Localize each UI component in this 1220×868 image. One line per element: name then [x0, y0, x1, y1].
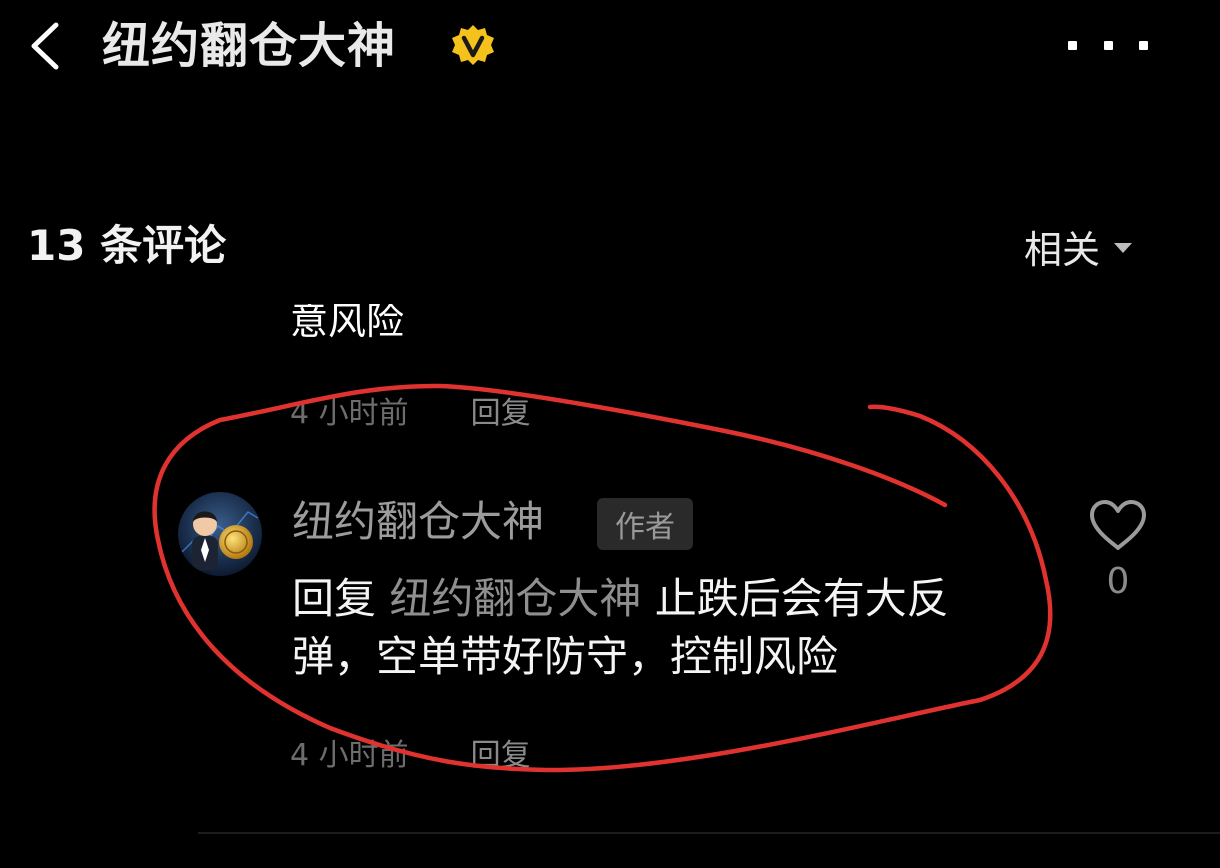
reply-prefix: 回复 — [292, 574, 377, 623]
comment-count: 13 条评论 — [27, 221, 227, 270]
like-button[interactable] — [1088, 498, 1148, 552]
sort-dropdown[interactable]: 相关 — [1024, 220, 1133, 272]
more-options-button[interactable] — [1068, 30, 1148, 60]
comment-text: 回复 纽约翻仓大神 止跌后会有大反 弹，空单带好防守，控制风险 — [292, 570, 1052, 686]
reply-button[interactable]: 回复 — [471, 730, 531, 774]
sort-label: 相关 — [1024, 227, 1101, 272]
reply-button[interactable]: 回复 — [471, 388, 531, 432]
previous-comment-text: 意风险 — [290, 304, 405, 343]
comment-meta: 4 小时前 回复 — [290, 730, 531, 774]
page-title: 纽约翻仓大神 — [102, 18, 397, 74]
divider — [198, 832, 1220, 834]
chevron-left-icon — [31, 22, 59, 70]
comment-text-line1: 止跌后会有大反 — [654, 574, 949, 623]
caret-down-icon — [1114, 243, 1133, 253]
comment-timestamp: 4 小时前 — [290, 396, 409, 431]
like-count: 0 — [1106, 561, 1130, 602]
previous-comment-meta: 4 小时前 回复 — [290, 388, 531, 432]
comment-author-name[interactable]: 纽约翻仓大神 — [292, 494, 544, 550]
comment-text-line2: 弹，空单带好防守，控制风险 — [292, 632, 839, 681]
avatar-image — [178, 492, 262, 576]
comment-timestamp: 4 小时前 — [290, 738, 409, 773]
mention-link[interactable]: 纽约翻仓大神 — [389, 574, 641, 623]
heart-outline-icon — [1090, 500, 1146, 550]
avatar[interactable] — [178, 492, 262, 576]
more-dot-icon — [1139, 40, 1148, 50]
more-dot-icon — [1103, 40, 1113, 50]
verified-v-badge-icon — [452, 25, 494, 65]
back-button[interactable] — [22, 18, 66, 74]
more-dot-icon — [1068, 40, 1077, 50]
red-annotation-circle — [152, 383, 1053, 773]
author-tag-badge: 作者 — [597, 498, 693, 550]
